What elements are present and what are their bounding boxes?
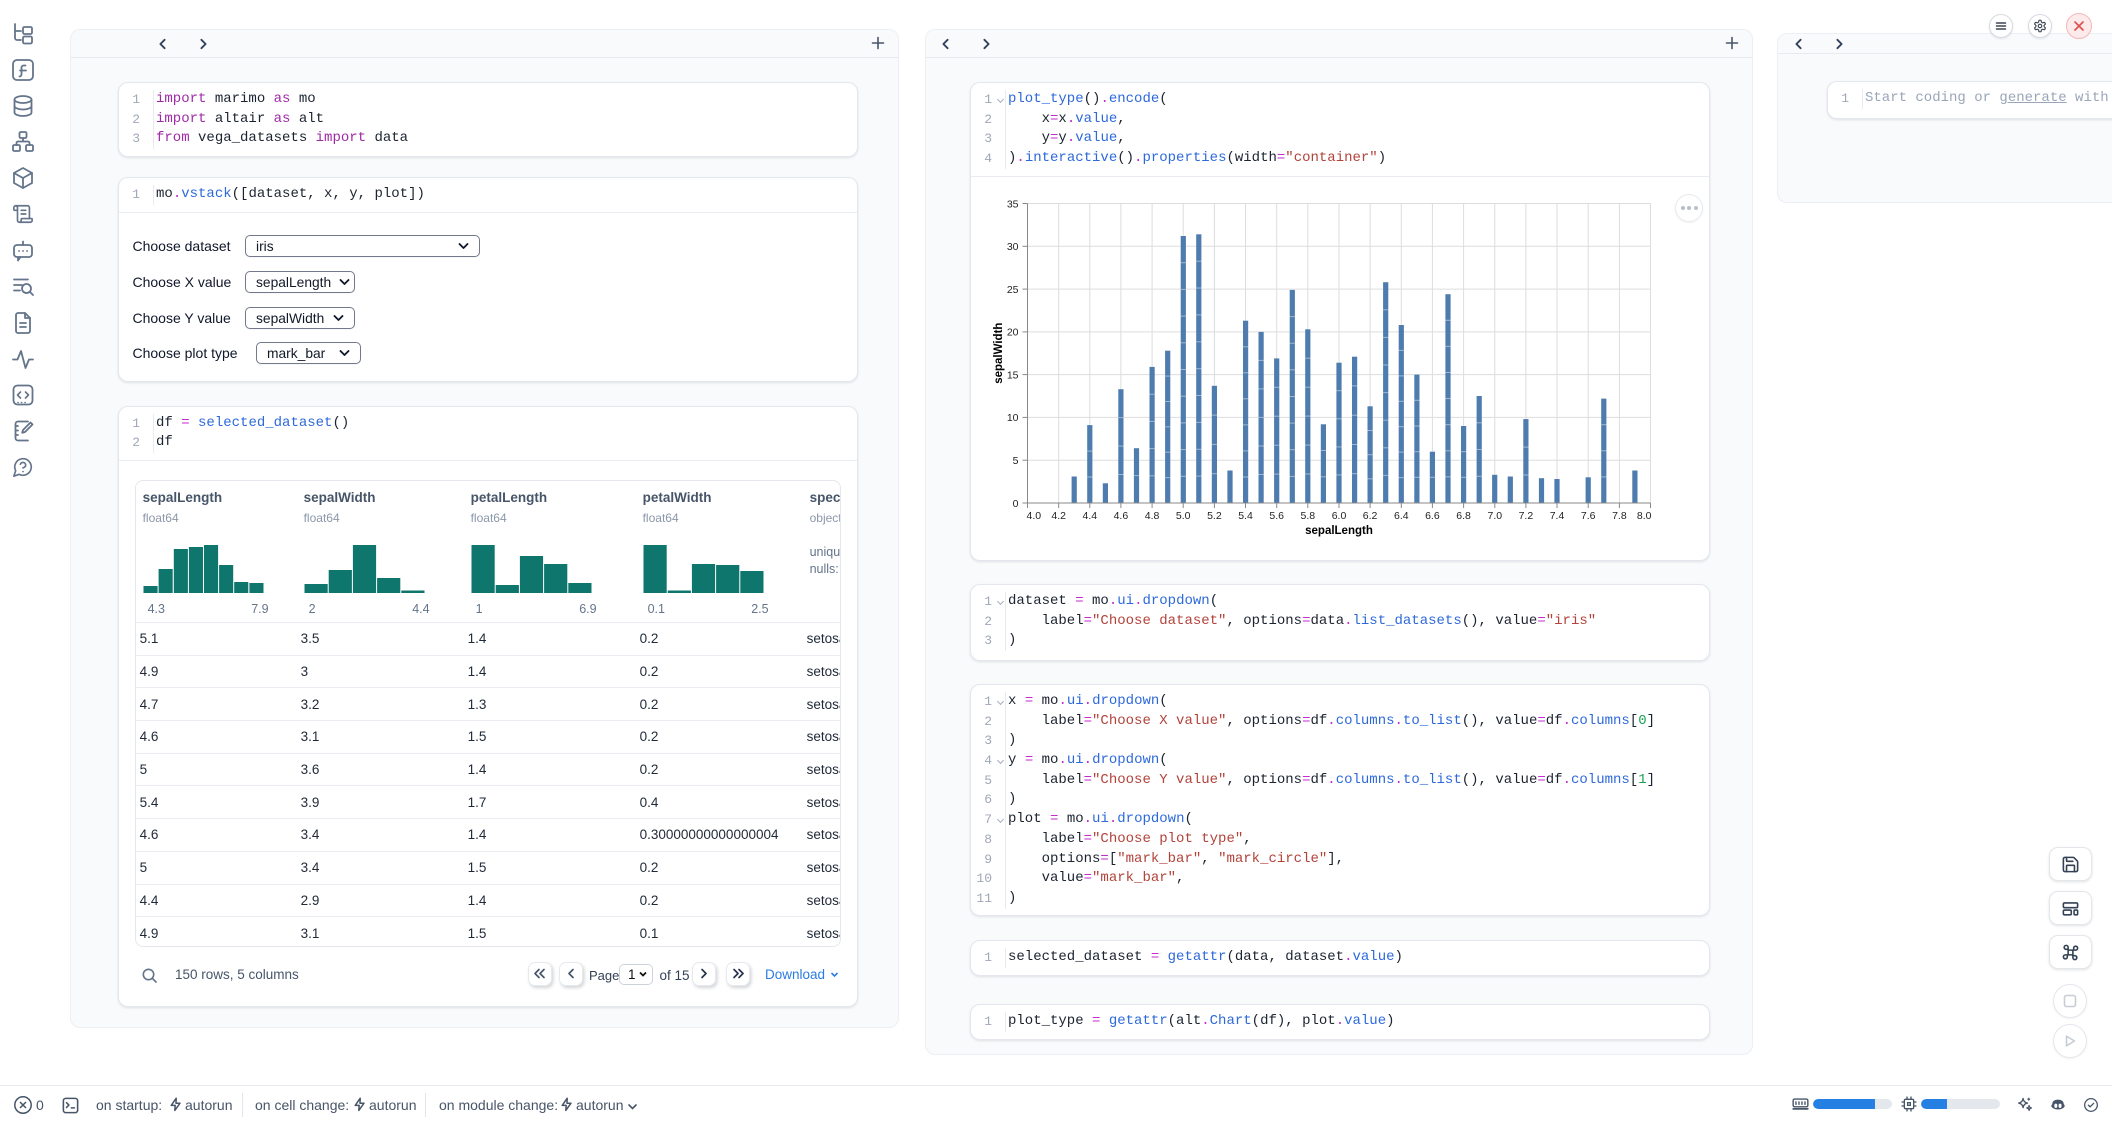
svg-text:7.4: 7.4	[1550, 510, 1565, 522]
svg-text:4.8: 4.8	[1145, 510, 1160, 522]
svg-text:6.0: 6.0	[1332, 510, 1347, 522]
svg-text:15: 15	[1007, 369, 1019, 381]
svg-text:5.0: 5.0	[1176, 510, 1191, 522]
svg-text:4.4: 4.4	[1082, 510, 1097, 522]
svg-text:8.0: 8.0	[1637, 510, 1652, 522]
svg-text:5.4: 5.4	[1238, 510, 1253, 522]
svg-text:25: 25	[1007, 284, 1019, 296]
svg-text:7.6: 7.6	[1581, 510, 1596, 522]
svg-text:5.2: 5.2	[1207, 510, 1222, 522]
svg-text:5.8: 5.8	[1300, 510, 1315, 522]
svg-text:35: 35	[1007, 198, 1019, 210]
svg-text:4.2: 4.2	[1051, 510, 1066, 522]
svg-text:0: 0	[1013, 498, 1019, 510]
svg-text:7.0: 7.0	[1487, 510, 1502, 522]
svg-text:4.0: 4.0	[1027, 510, 1042, 522]
svg-text:5: 5	[1013, 455, 1019, 467]
svg-text:6.6: 6.6	[1425, 510, 1440, 522]
svg-text:6.2: 6.2	[1363, 510, 1378, 522]
svg-text:7.2: 7.2	[1519, 510, 1534, 522]
svg-text:6.4: 6.4	[1394, 510, 1409, 522]
svg-text:sepalWidth: sepalWidth	[993, 323, 1005, 384]
svg-text:6.8: 6.8	[1456, 510, 1471, 522]
svg-text:30: 30	[1007, 241, 1019, 253]
svg-text:10: 10	[1007, 412, 1019, 424]
svg-text:5.6: 5.6	[1269, 510, 1284, 522]
svg-text:sepalLength: sepalLength	[1305, 525, 1373, 537]
svg-text:7.8: 7.8	[1612, 510, 1627, 522]
svg-text:20: 20	[1007, 327, 1019, 339]
svg-text:4.6: 4.6	[1114, 510, 1129, 522]
